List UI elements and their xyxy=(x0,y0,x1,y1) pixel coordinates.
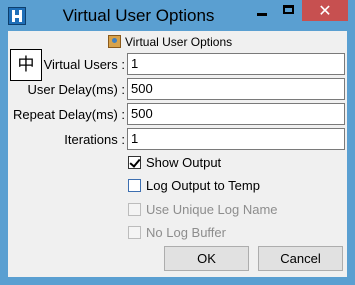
close-icon: ✕ xyxy=(318,3,332,20)
show-output-checkbox[interactable] xyxy=(128,156,141,169)
repeat-delay-input[interactable]: 500 xyxy=(127,103,345,125)
dialog-body: Virtual User Options 中 Virtual Users : 1… xyxy=(8,31,347,277)
no-log-buffer-checkbox xyxy=(128,226,141,239)
close-button[interactable]: ✕ xyxy=(302,0,348,21)
title-bar[interactable]: Virtual User Options ✕ xyxy=(0,0,355,31)
heading-text: Virtual User Options xyxy=(125,35,233,49)
ok-button[interactable]: OK xyxy=(164,246,249,271)
iterations-label: Iterations : xyxy=(64,132,125,147)
minimize-button[interactable] xyxy=(249,0,275,21)
window-title: Virtual User Options xyxy=(62,6,215,25)
minimize-icon xyxy=(257,13,267,16)
cancel-button[interactable]: Cancel xyxy=(258,246,343,271)
maximize-button[interactable] xyxy=(275,0,302,21)
iterations-input[interactable]: 1 xyxy=(127,128,345,150)
repeat-delay-label: Repeat Delay(ms) : xyxy=(13,107,125,122)
options-icon xyxy=(108,35,121,48)
no-log-buffer-label: No Log Buffer xyxy=(146,225,226,240)
show-output-label: Show Output xyxy=(146,155,222,170)
user-delay-input[interactable]: 500 xyxy=(127,78,345,100)
log-output-checkbox[interactable] xyxy=(128,179,141,192)
virtual-users-label: Virtual Users : xyxy=(43,57,125,72)
maximize-icon xyxy=(283,5,294,14)
dialog-heading: Virtual User Options xyxy=(108,35,232,51)
dialog-window: Virtual User Options ✕ Virtual User Opti… xyxy=(0,0,355,285)
checkmark-icon xyxy=(129,156,141,168)
unique-log-checkbox xyxy=(128,203,141,216)
virtual-users-input[interactable]: 1 xyxy=(127,53,345,75)
user-delay-label: User Delay(ms) : xyxy=(27,82,125,97)
log-output-label: Log Output to Temp xyxy=(146,178,260,193)
unique-log-label: Use Unique Log Name xyxy=(146,202,278,217)
